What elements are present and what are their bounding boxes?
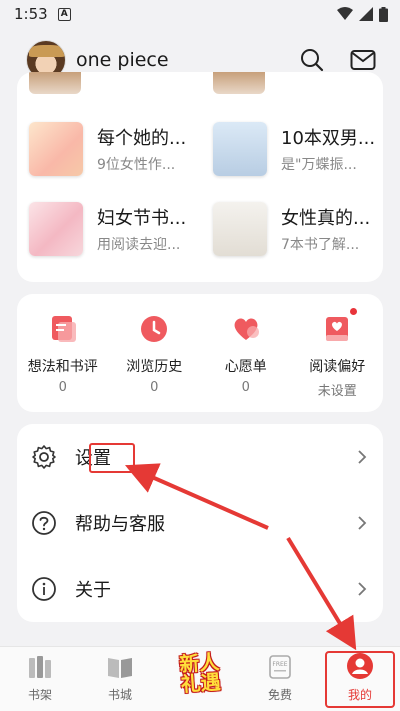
booklist-title: 每个她的... bbox=[97, 128, 187, 149]
menu-label: 关于 bbox=[75, 580, 111, 601]
booklist-title: 10本双男... bbox=[281, 128, 376, 149]
quick-stats-card: 想法和书评 0 浏览历史 0 心愿单 0 阅读偏好 未设置 bbox=[17, 294, 383, 412]
booklist-subtitle: 7本书了解... bbox=[281, 237, 360, 253]
highlight-box bbox=[325, 651, 395, 708]
book-cover bbox=[213, 202, 267, 256]
settings-menu-card: 设置 帮助与客服 关于 bbox=[17, 424, 383, 622]
status-time: 1:53 bbox=[14, 5, 48, 23]
booklist-item[interactable]: 10本双男... 是"万蝶振... bbox=[213, 122, 383, 176]
mail-icon[interactable] bbox=[350, 49, 376, 71]
book-cover-peek bbox=[29, 72, 81, 94]
newuser-gift-badge: 新人 礼遇 bbox=[178, 649, 222, 697]
menu-label: 帮助与客服 bbox=[75, 514, 165, 535]
notification-icon: A bbox=[57, 7, 71, 21]
stat-value: 0 bbox=[241, 380, 250, 395]
stat-preference[interactable]: 阅读偏好 未设置 bbox=[292, 294, 384, 412]
booklist-item[interactable]: 女性真的... 7本书了解... bbox=[213, 202, 383, 256]
help-icon bbox=[32, 511, 56, 535]
signal-icon bbox=[359, 7, 373, 21]
book-cover bbox=[29, 202, 83, 256]
booklist-card: 每个她的... 9位女性作... 10本双男... 是"万蝶振... 妇女节书.… bbox=[17, 72, 383, 282]
booklist-subtitle: 用阅读去迎... bbox=[97, 237, 181, 253]
bottom-nav: 书架 书城 新人 礼遇 FREE 免费 我的 bbox=[0, 646, 400, 711]
highlight-box bbox=[89, 443, 135, 473]
stat-label: 想法和书评 bbox=[27, 359, 98, 375]
booklist-subtitle: 是"万蝶振... bbox=[281, 157, 357, 173]
stat-value: 0 bbox=[58, 380, 67, 395]
nav-bookstore[interactable]: 书城 bbox=[80, 647, 160, 711]
nav-label: 书城 bbox=[107, 688, 132, 702]
nav-label: 书架 bbox=[27, 688, 52, 702]
book-cover bbox=[29, 122, 83, 176]
booklist-title: 女性真的... bbox=[281, 208, 371, 229]
battery-icon bbox=[379, 6, 388, 22]
bookshelf-icon bbox=[29, 656, 51, 678]
chevron-right-icon bbox=[358, 450, 367, 464]
gear-icon bbox=[32, 445, 56, 469]
book-cover-peek bbox=[213, 72, 265, 94]
menu-item-about[interactable]: 关于 bbox=[17, 556, 383, 622]
note-icon bbox=[51, 316, 76, 342]
search-icon[interactable] bbox=[300, 48, 324, 72]
free-icon: FREE bbox=[269, 655, 291, 679]
book-heart-icon bbox=[326, 317, 349, 341]
booklist-item[interactable]: 每个她的... 9位女性作... bbox=[29, 122, 199, 176]
new-badge-dot bbox=[350, 308, 357, 315]
status-bar: 1:53 A bbox=[0, 0, 400, 28]
stat-value: 未设置 bbox=[317, 384, 357, 399]
nav-label: 免费 bbox=[267, 688, 292, 702]
chevron-right-icon bbox=[358, 582, 367, 596]
stat-label: 阅读偏好 bbox=[309, 359, 366, 375]
nav-profile[interactable]: 我的 bbox=[320, 647, 400, 711]
wifi-icon bbox=[337, 7, 353, 20]
clock-icon bbox=[141, 316, 168, 342]
stat-value: 0 bbox=[150, 380, 159, 395]
username[interactable]: one piece bbox=[76, 49, 169, 71]
nav-bookshelf[interactable]: 书架 bbox=[0, 647, 80, 711]
menu-item-help[interactable]: 帮助与客服 bbox=[17, 490, 383, 556]
menu-item-settings[interactable]: 设置 bbox=[17, 424, 383, 490]
stat-label: 浏览历史 bbox=[126, 359, 183, 375]
stat-wishlist[interactable]: 心愿单 0 bbox=[200, 294, 292, 412]
stat-history[interactable]: 浏览历史 0 bbox=[109, 294, 201, 412]
svg-text:FREE: FREE bbox=[272, 661, 287, 668]
heart-icon bbox=[234, 318, 259, 340]
booklist-item[interactable]: 妇女节书... 用阅读去迎... bbox=[29, 202, 199, 256]
booklist-title: 妇女节书... bbox=[97, 208, 187, 229]
nav-free[interactable]: FREE 免费 bbox=[240, 647, 320, 711]
book-cover bbox=[213, 122, 267, 176]
stat-notes[interactable]: 想法和书评 0 bbox=[17, 294, 109, 412]
chevron-right-icon bbox=[358, 516, 367, 530]
stat-label: 心愿单 bbox=[224, 359, 267, 375]
nav-newuser-promo[interactable]: 新人 礼遇 bbox=[160, 647, 240, 711]
booklist-subtitle: 9位女性作... bbox=[97, 157, 176, 173]
bookstore-icon bbox=[108, 658, 132, 678]
info-icon bbox=[32, 577, 56, 601]
